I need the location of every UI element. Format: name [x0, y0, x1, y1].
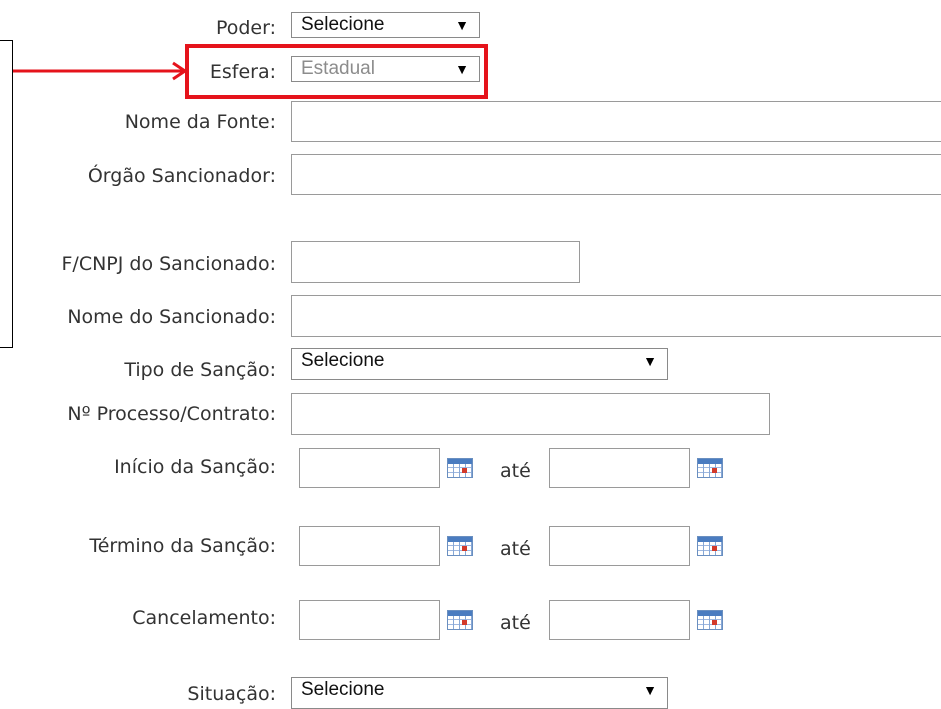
esfera-select[interactable]: Estadual ▼ — [291, 56, 480, 82]
termino-from-input[interactable] — [299, 526, 440, 566]
inicio-ate-label: até — [500, 460, 531, 482]
processo-label: Nº Processo/Contrato: — [67, 403, 276, 425]
cancelamento-from-input[interactable] — [299, 600, 440, 640]
inicio-to-input[interactable] — [549, 448, 690, 488]
situacao-select[interactable]: Selecione ▼ — [291, 677, 668, 709]
inicio-label: Início da Sanção: — [114, 456, 276, 478]
esfera-select-value: Estadual — [301, 58, 375, 79]
termino-label: Término da Sanção: — [89, 535, 276, 557]
triangle-down-icon: ▼ — [643, 353, 657, 369]
processo-input[interactable] — [291, 393, 770, 435]
inicio-from-input[interactable] — [299, 448, 440, 488]
orgao-input[interactable] — [291, 154, 941, 195]
nome-fonte-input[interactable] — [291, 101, 941, 142]
cpf-cnpj-label: F/CNPJ do Sancionado: — [61, 253, 276, 275]
triangle-down-icon: ▼ — [643, 682, 657, 698]
situacao-label: Situação: — [187, 683, 276, 705]
calendar-icon[interactable] — [447, 536, 473, 556]
triangle-down-icon: ▼ — [455, 61, 469, 77]
termino-ate-label: até — [500, 538, 531, 560]
tipo-sancao-select[interactable]: Selecione ▼ — [291, 348, 668, 380]
situacao-select-value: Selecione — [301, 679, 385, 700]
nome-sancionado-input[interactable] — [291, 295, 941, 337]
orgao-label: Órgão Sancionador: — [87, 165, 276, 187]
termino-to-input[interactable] — [549, 526, 690, 566]
poder-select[interactable]: Selecione ▼ — [291, 12, 480, 38]
tipo-sancao-label: Tipo de Sanção: — [124, 359, 276, 381]
nome-sancionado-label: Nome do Sancionado: — [67, 306, 276, 328]
poder-select-value: Selecione — [301, 14, 385, 35]
arrow-right-icon — [13, 61, 188, 81]
calendar-icon[interactable] — [447, 458, 473, 478]
nome-fonte-label: Nome da Fonte: — [124, 111, 276, 133]
tipo-sancao-select-value: Selecione — [301, 350, 385, 371]
triangle-down-icon: ▼ — [455, 17, 469, 33]
cancelamento-ate-label: até — [500, 612, 531, 634]
calendar-icon[interactable] — [697, 536, 723, 556]
calendar-icon[interactable] — [447, 610, 473, 630]
poder-label: Poder: — [215, 17, 276, 39]
calendar-icon[interactable] — [697, 458, 723, 478]
calendar-icon[interactable] — [697, 610, 723, 630]
cpf-cnpj-input[interactable] — [291, 241, 580, 283]
esfera-label: Esfera: — [209, 61, 276, 83]
callout-box — [0, 40, 13, 348]
cancelamento-label: Cancelamento: — [132, 607, 276, 629]
cancelamento-to-input[interactable] — [549, 600, 690, 640]
